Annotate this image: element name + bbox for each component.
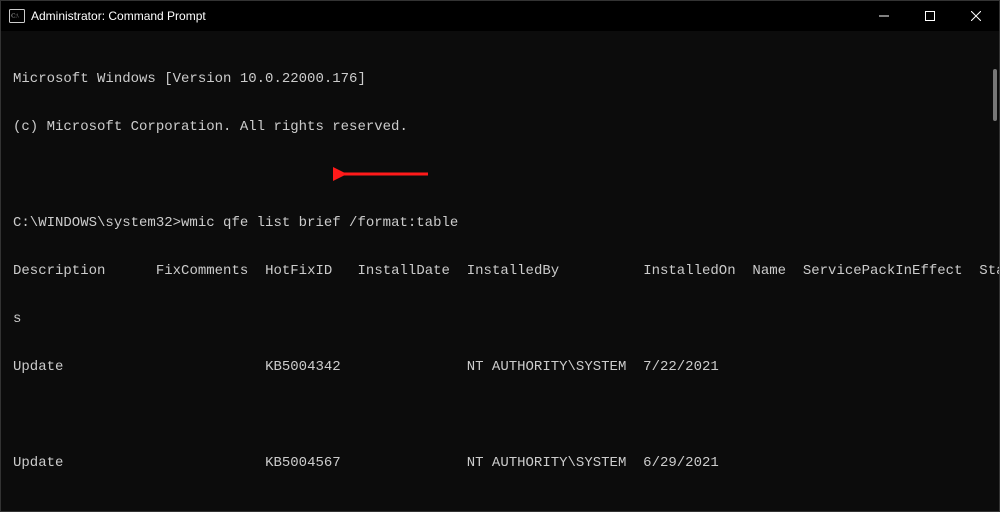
table-header-1: Description FixComments HotFixID Install… — [13, 263, 999, 279]
maximize-button[interactable] — [907, 1, 953, 31]
scrollbar-thumb[interactable] — [993, 69, 997, 121]
table-row: Update KB5004342 NT AUTHORITY\SYSTEM 7/2… — [13, 359, 999, 375]
close-button[interactable] — [953, 1, 999, 31]
window-title: Administrator: Command Prompt — [31, 9, 206, 23]
version-line: Microsoft Windows [Version 10.0.22000.17… — [13, 71, 999, 87]
svg-text:C:\: C:\ — [11, 14, 19, 20]
command-text: wmic qfe list brief /format:table — [181, 215, 458, 231]
table-header-2: s — [13, 311, 999, 327]
copyright-line: (c) Microsoft Corporation. All rights re… — [13, 119, 999, 135]
command-line: C:\WINDOWS\system32>wmic qfe list brief … — [13, 215, 999, 231]
minimize-button[interactable] — [861, 1, 907, 31]
scrollbar[interactable] — [987, 31, 997, 511]
titlebar[interactable]: C:\ Administrator: Command Prompt — [1, 1, 999, 31]
table-row: Update KB5004567 NT AUTHORITY\SYSTEM 6/2… — [13, 455, 999, 471]
window-controls — [861, 1, 999, 31]
cmd-icon: C:\ — [9, 8, 25, 24]
command-prompt-window: C:\ Administrator: Command Prompt Micros… — [0, 0, 1000, 512]
prompt-path: C:\WINDOWS\system32> — [13, 215, 181, 231]
terminal-output[interactable]: Microsoft Windows [Version 10.0.22000.17… — [1, 31, 999, 511]
